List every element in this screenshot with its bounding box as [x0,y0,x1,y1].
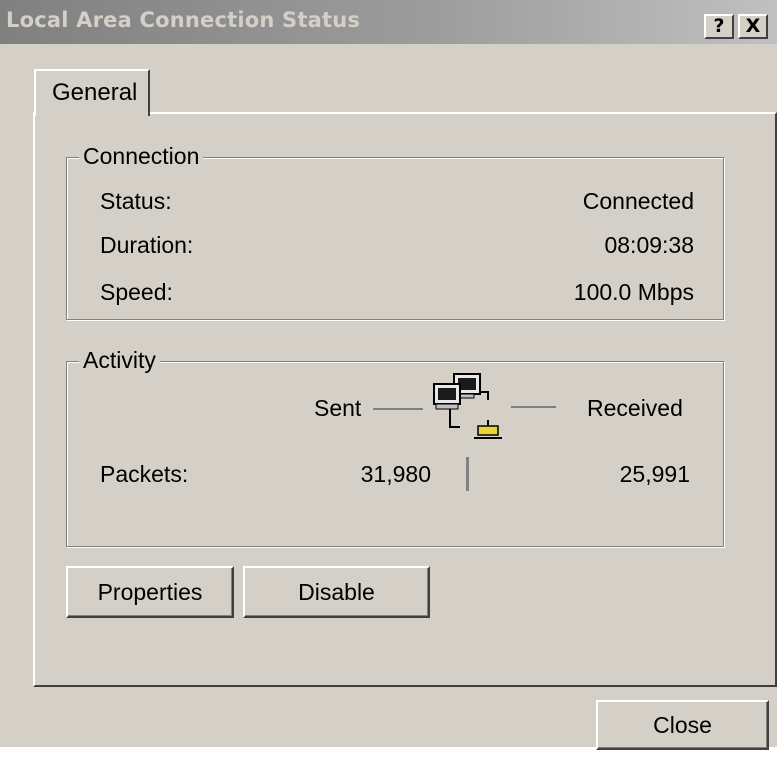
status-dialog: Local Area Connection Status ? X General… [0,0,777,750]
close-button[interactable]: Close [596,700,769,750]
general-tab-panel [33,112,777,687]
title-bar[interactable]: Local Area Connection Status ? X [0,0,777,44]
window-title: Local Area Connection Status [6,8,361,32]
tab-general[interactable]: General [34,69,150,116]
help-button[interactable]: ? [704,14,734,39]
tab-general-label: General [52,79,138,106]
close-window-button[interactable]: X [738,14,768,39]
